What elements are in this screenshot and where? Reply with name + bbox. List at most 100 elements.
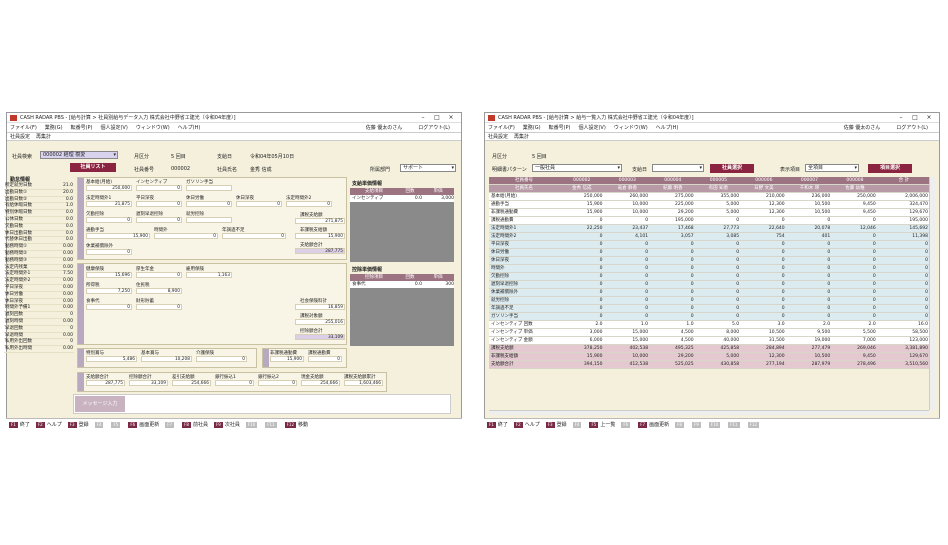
grid-cell[interactable]: 0 bbox=[650, 312, 696, 321]
grid-cell[interactable]: 5,000 bbox=[695, 352, 742, 361]
grid-cell[interactable]: 9,450 bbox=[832, 352, 878, 361]
grid-cell[interactable]: 0 bbox=[786, 264, 833, 273]
grid-cell[interactable]: 紀藤 明香 bbox=[650, 184, 696, 193]
grid-cell[interactable]: 16.0 bbox=[877, 320, 930, 329]
grid-cell[interactable]: 0 bbox=[832, 256, 878, 265]
grid-cell[interactable]: 0 bbox=[604, 216, 651, 225]
grid-cell[interactable]: 22,640 bbox=[741, 224, 787, 233]
grid-cell[interactable]: 0 bbox=[695, 280, 742, 289]
grid-cell[interactable]: 3,381,890 bbox=[877, 344, 930, 353]
table-row[interactable]: 休日深夜 0 0 0 0 0 0 0 0 bbox=[489, 256, 930, 265]
grid-cell[interactable]: 29,200 bbox=[650, 352, 696, 361]
fkey-f3[interactable]: F3 bbox=[67, 421, 77, 428]
grid-cell[interactable]: 0 bbox=[832, 296, 878, 305]
fkey-f2[interactable]: F2 bbox=[35, 421, 45, 428]
table-row[interactable]: 休日労働 0 0 0 0 0 0 0 0 bbox=[489, 248, 930, 257]
grid-cell[interactable]: 10,500 bbox=[786, 200, 833, 209]
pay-field-value[interactable]: 0 bbox=[222, 233, 286, 239]
kyuyo-rate-row[interactable]: インセンティブ 0.0 3,000 bbox=[350, 195, 454, 202]
pay-field-value[interactable]: 15,900 bbox=[86, 233, 150, 239]
minimize-icon[interactable]: – bbox=[894, 114, 908, 121]
table-row[interactable]: 平日深夜 0 0 0 0 0 0 0 0 bbox=[489, 240, 930, 249]
grid-cell[interactable]: 12,300 bbox=[741, 208, 787, 217]
grid-cell[interactable]: 0 bbox=[832, 248, 878, 257]
grid-cell[interactable]: 0 bbox=[650, 288, 696, 297]
grid-cell[interactable]: 27,773 bbox=[695, 224, 742, 233]
fkey-f1[interactable]: F1 bbox=[9, 421, 18, 428]
grid-cell[interactable]: 0 bbox=[650, 248, 696, 257]
grid-cell[interactable]: 0 bbox=[741, 280, 787, 289]
menu-window[interactable]: ウィンドウ(W) bbox=[136, 124, 170, 131]
grid-cell[interactable]: 236,000 bbox=[786, 192, 833, 201]
grid-cell[interactable]: 9,500 bbox=[786, 328, 833, 337]
grid-cell[interactable]: 355,000 bbox=[695, 192, 742, 201]
grid-cell[interactable]: 4,500 bbox=[650, 328, 696, 337]
employee-list-button[interactable]: 社員リスト bbox=[70, 163, 116, 172]
grid-cell[interactable]: 495,325 bbox=[650, 344, 696, 353]
grid-cell[interactable]: 3.0 bbox=[741, 320, 787, 329]
grid-cell[interactable]: 5,000 bbox=[695, 208, 742, 217]
grid-cell[interactable]: 0 bbox=[604, 240, 651, 249]
pay-field-value[interactable]: 0 bbox=[186, 201, 232, 207]
grid-cell[interactable]: 000003 bbox=[604, 177, 651, 185]
fkey-f5[interactable]: F5 bbox=[589, 421, 599, 428]
grid-cell[interactable]: 11,398 bbox=[877, 232, 930, 241]
grid-cell[interactable]: 430,858 bbox=[695, 360, 742, 369]
menu-gyomu[interactable]: 業務(G) bbox=[523, 124, 541, 131]
grid-cell[interactable]: 0 bbox=[604, 312, 651, 321]
table-row[interactable]: 法定時間外1 22,250 23,437 17,468 27,773 22,640 20,0… bbox=[489, 224, 930, 233]
menu-gyomu[interactable]: 業務(G) bbox=[45, 124, 63, 131]
grid-cell[interactable]: 0 bbox=[604, 280, 651, 289]
kintai-row[interactable]: 公休日数 0.0 bbox=[4, 217, 74, 224]
grid-cell[interactable]: 4,101 bbox=[604, 232, 651, 241]
employee-select-button[interactable]: 社員選択 bbox=[710, 164, 754, 173]
ded-field-value[interactable]: 0 bbox=[136, 272, 182, 278]
total-field-value[interactable]: 0 bbox=[215, 380, 254, 386]
grid-cell[interactable]: 000005 bbox=[695, 177, 742, 185]
grid-cell[interactable]: 0 bbox=[604, 288, 651, 297]
grid-cell[interactable]: 4,500 bbox=[650, 336, 696, 345]
grid-cell[interactable]: 324,470 bbox=[877, 200, 930, 209]
grid-cell[interactable]: 6,000 bbox=[559, 336, 605, 345]
grid-cell[interactable]: 0 bbox=[786, 272, 833, 281]
grid-cell[interactable]: 0 bbox=[832, 288, 878, 297]
grid-cell[interactable]: 0 bbox=[877, 272, 930, 281]
grid-cell[interactable]: 401 bbox=[786, 232, 833, 241]
kintai-row[interactable]: 勤務時間② 0.00 bbox=[4, 251, 74, 258]
tab-shain-settei[interactable]: 社員設定 bbox=[488, 133, 508, 140]
fkey-f6[interactable]: F6 bbox=[128, 421, 138, 428]
fkey-f2[interactable]: F2 bbox=[513, 421, 523, 428]
grid-cell[interactable]: 0 bbox=[559, 264, 605, 273]
grid-cell[interactable]: 0 bbox=[695, 240, 742, 249]
table-row[interactable]: 時間外 0 0 0 0 0 0 0 0 bbox=[489, 264, 930, 273]
grid-cell[interactable]: 0 bbox=[559, 304, 605, 313]
total-field-value[interactable]: 254,666 bbox=[172, 380, 211, 386]
pay-field-value[interactable]: 0 bbox=[286, 201, 332, 207]
grid-cell[interactable]: 40,000 bbox=[695, 336, 742, 345]
grid-cell[interactable]: 0 bbox=[786, 296, 833, 305]
grid-cell[interactable]: 0 bbox=[877, 248, 930, 257]
grid-cell[interactable]: 0 bbox=[559, 280, 605, 289]
bonus-field-value[interactable]: 5,486 bbox=[86, 356, 137, 362]
grid-cell[interactable]: 0 bbox=[695, 216, 742, 225]
total-field-value[interactable]: 1,603,466 bbox=[344, 380, 383, 386]
kojo-rate-row[interactable]: 食事代 0.0 300 bbox=[350, 281, 454, 288]
table-row[interactable]: 就労控除 0 0 0 0 0 0 0 0 bbox=[489, 296, 930, 305]
total-field-value[interactable]: 33,109 bbox=[129, 380, 168, 386]
grid-cell[interactable]: 22,250 bbox=[559, 224, 605, 233]
table-row[interactable]: 課税通勤費 0 0 195,000 0 0 0 0 195,000 bbox=[489, 216, 930, 225]
table-row[interactable]: インセンティブ 金額 6,000 15,000 4,500 40,000 31,500 19… bbox=[489, 336, 930, 345]
grid-cell[interactable]: 0 bbox=[559, 312, 605, 321]
payday-select[interactable] bbox=[652, 164, 704, 172]
grid-cell[interactable]: 0 bbox=[786, 288, 833, 297]
grid-cell[interactable]: 合 計 bbox=[877, 177, 930, 185]
menu-file[interactable]: ファイル(F) bbox=[488, 124, 515, 131]
ded-field-value[interactable]: 15,696 bbox=[86, 272, 132, 278]
bonus-field-value[interactable]: 0 bbox=[196, 356, 247, 362]
pattern-select[interactable]: 一般社員 bbox=[532, 164, 622, 172]
table-row[interactable]: 支給額合計 394,150 412,538 525,025 430,858 277,194… bbox=[489, 360, 930, 369]
grid-cell[interactable]: 250,000 bbox=[832, 192, 878, 201]
grid-cell[interactable]: 1.0 bbox=[650, 320, 696, 329]
total-field-value[interactable]: 254,666 bbox=[301, 380, 340, 386]
menu-settings[interactable]: 個人設定(V) bbox=[578, 124, 605, 131]
